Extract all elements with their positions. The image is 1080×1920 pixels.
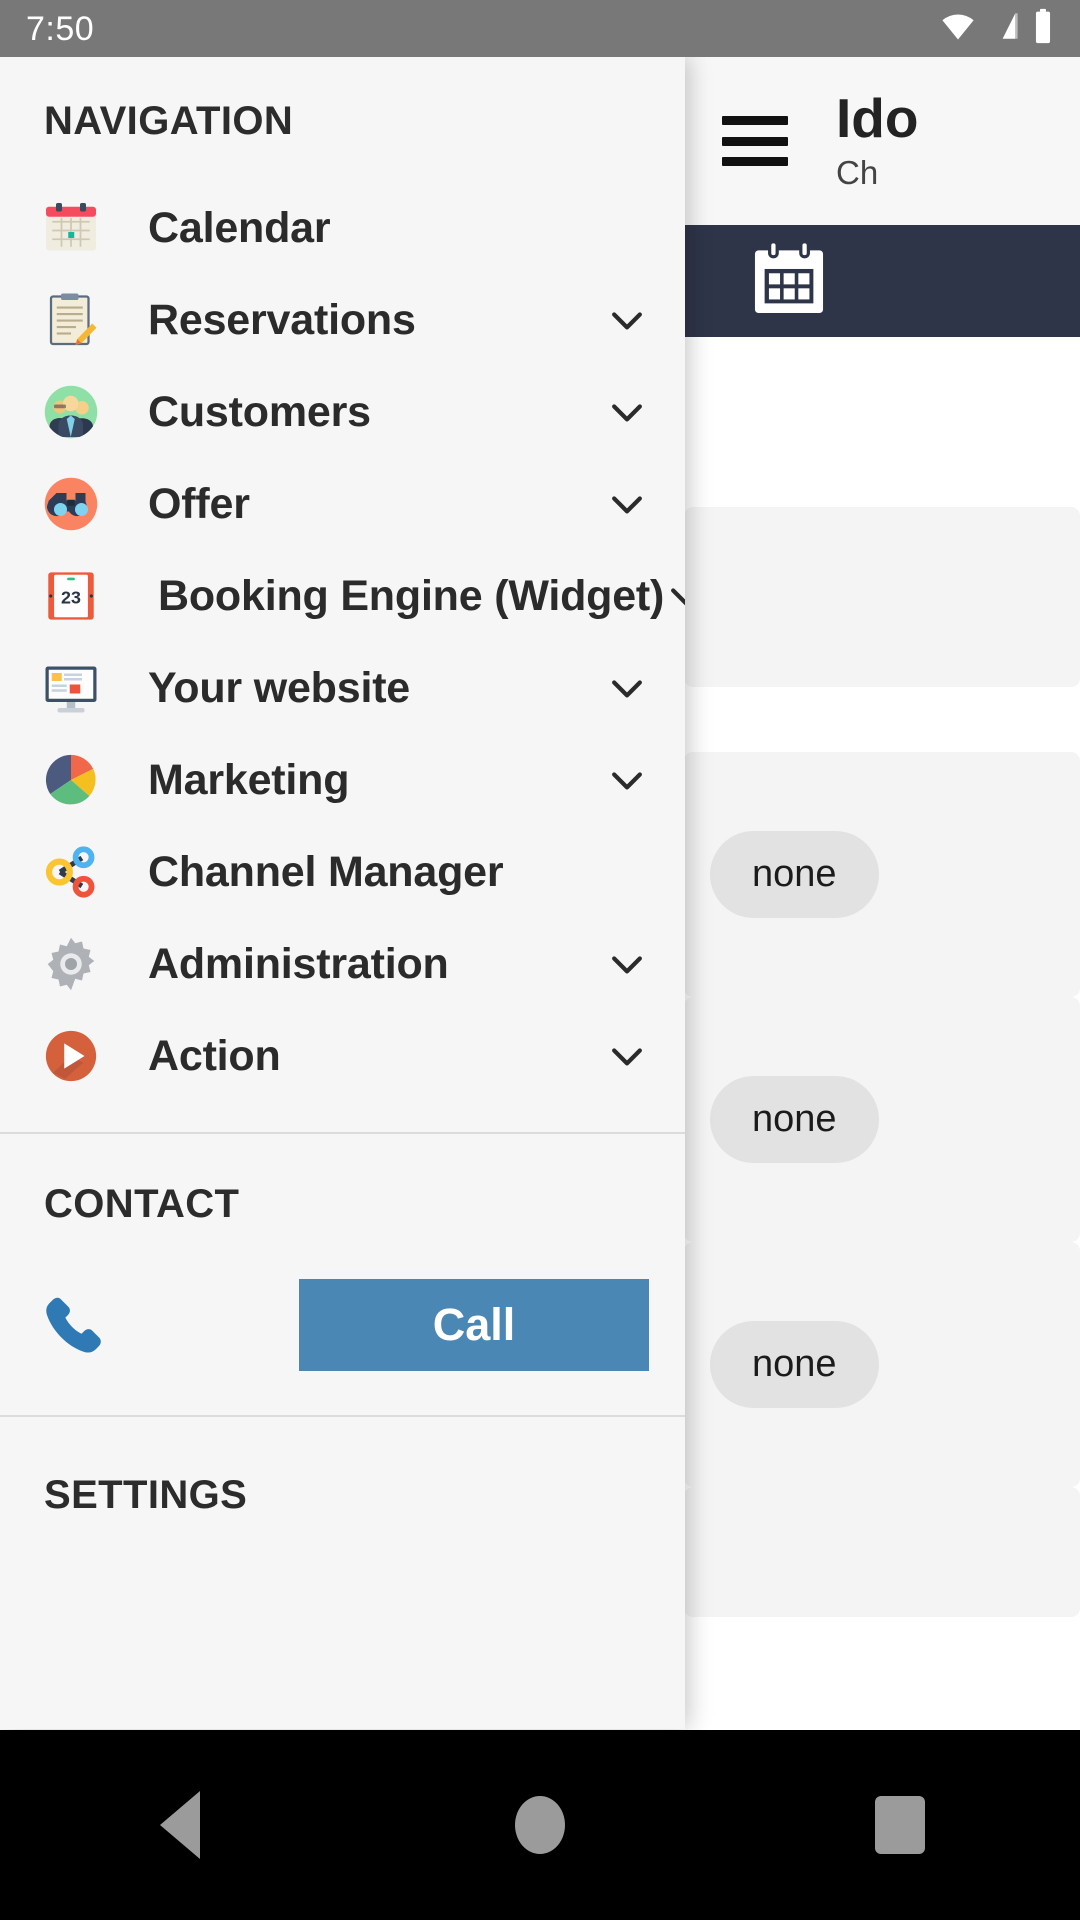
sidebar-item-channel-manager[interactable]: Channel Manager: [0, 826, 685, 918]
sidebar-item-label: Marketing: [148, 755, 350, 804]
chevron-down-icon[interactable]: [605, 482, 649, 526]
app-title-block: Ido Ch: [836, 90, 918, 193]
system-navigation-bar: [0, 1730, 1080, 1920]
contact-row: Call: [0, 1275, 685, 1375]
share-network-icon: [38, 839, 104, 905]
battery-icon: [1032, 8, 1054, 49]
sidebar-item-label: Channel Manager: [148, 847, 504, 896]
sidebar-item-label: Action: [148, 1031, 281, 1080]
sidebar-item-label: Booking Engine (Widget): [158, 571, 665, 620]
chevron-down-icon[interactable]: [605, 298, 649, 342]
settings-section-title: SETTINGS: [44, 1473, 248, 1517]
status-bar: 7:50: [0, 0, 1080, 57]
chevron-down-icon[interactable]: [605, 390, 649, 434]
sidebar-item-calendar[interactable]: Calendar: [0, 182, 685, 274]
sidebar-item-label: Customers: [148, 387, 371, 436]
phone-icon[interactable]: [38, 1290, 108, 1360]
calendar-date-23-icon: 23: [38, 563, 104, 629]
content-card[interactable]: none: [684, 752, 1080, 997]
sidebar-item-label: Reservations: [148, 295, 416, 344]
navigation-drawer: NAVIGATION Calendar Reservations Custome…: [0, 57, 685, 1729]
calendar-emoji-icon: [38, 195, 104, 261]
sidebar-item-booking-engine-widget[interactable]: 23 Booking Engine (Widget): [0, 550, 685, 642]
chevron-down-icon[interactable]: [664, 574, 685, 618]
contact-section-title: CONTACT: [44, 1182, 240, 1226]
chevron-down-icon[interactable]: [605, 758, 649, 802]
page-title: Ido: [836, 86, 919, 149]
desktop-monitor-icon: [38, 655, 104, 721]
people-group-icon: [38, 379, 104, 445]
binoculars-icon: [38, 471, 104, 537]
content-card[interactable]: [684, 1487, 1080, 1617]
navigation-section: NAVIGATION Calendar Reservations Custome…: [0, 57, 685, 1132]
app-toolbar: [684, 225, 1080, 337]
recents-button[interactable]: [840, 1765, 960, 1885]
status-badge: none: [710, 1076, 879, 1163]
hamburger-menu-icon[interactable]: [722, 116, 788, 166]
play-circle-icon: [38, 1023, 104, 1089]
sidebar-item-action[interactable]: Action: [0, 1010, 685, 1102]
status-badge: none: [710, 831, 879, 918]
chevron-down-icon[interactable]: [605, 1034, 649, 1078]
sidebar-item-customers[interactable]: Customers: [0, 366, 685, 458]
content-card[interactable]: none: [684, 1242, 1080, 1487]
call-button[interactable]: Call: [299, 1279, 649, 1371]
calendar-icon[interactable]: [746, 236, 832, 327]
back-button[interactable]: [120, 1765, 240, 1885]
chevron-down-icon[interactable]: [605, 666, 649, 710]
svg-text:23: 23: [61, 588, 81, 608]
sidebar-item-label: Your website: [148, 663, 411, 712]
phone-screen: Ido Ch none none none NAVIGATION Calenda…: [0, 0, 1080, 1920]
gear-icon: [38, 931, 104, 997]
home-button[interactable]: [480, 1765, 600, 1885]
status-bar-time: 7:50: [26, 9, 95, 48]
app-header: Ido Ch: [684, 57, 1080, 225]
content-card[interactable]: [684, 507, 1080, 687]
sidebar-item-your-website[interactable]: Your website: [0, 642, 685, 734]
sidebar-item-reservations[interactable]: Reservations: [0, 274, 685, 366]
chevron-down-icon[interactable]: [605, 942, 649, 986]
settings-section: SETTINGS: [0, 1417, 685, 1518]
cellular-signal-icon: [987, 9, 1021, 48]
status-badge: none: [710, 1321, 879, 1408]
sidebar-item-label: Administration: [148, 939, 449, 988]
contact-section: CONTACT Call: [0, 1134, 685, 1415]
pie-chart-icon: [38, 747, 104, 813]
sidebar-item-label: Offer: [148, 479, 250, 528]
content-card[interactable]: none: [684, 997, 1080, 1242]
sidebar-item-marketing[interactable]: Marketing: [0, 734, 685, 826]
wifi-icon: [940, 8, 976, 49]
app-content-list: none none none: [684, 337, 1080, 1857]
status-bar-icons: [940, 8, 1054, 49]
sidebar-item-offer[interactable]: Offer: [0, 458, 685, 550]
page-subtitle: Ch: [836, 153, 879, 191]
sidebar-item-label: Calendar: [148, 203, 331, 252]
clipboard-memo-icon: [38, 287, 104, 353]
sidebar-item-administration[interactable]: Administration: [0, 918, 685, 1010]
navigation-section-title: NAVIGATION: [44, 99, 294, 143]
